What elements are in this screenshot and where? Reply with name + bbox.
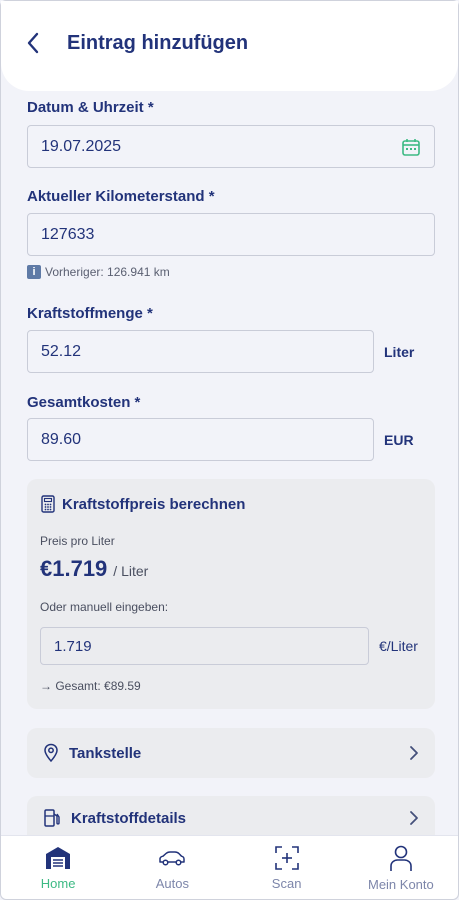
price-calculator-card: Kraftstoffpreis berechnen Preis pro Lite…	[27, 479, 435, 709]
home-garage-icon	[46, 846, 71, 869]
fuel-details-label: Kraftstoffdetails	[71, 809, 187, 827]
odometer-label: Aktueller Kilometerstand *	[27, 188, 215, 205]
nav-scan-label: Scan	[271, 875, 302, 891]
nav-scan[interactable]: Scan	[237, 845, 337, 891]
date-field[interactable]: 19.07.2025	[27, 125, 435, 168]
calculator-title: Kraftstoffpreis berechnen	[62, 495, 246, 513]
cost-label: Gesamtkosten *	[27, 394, 141, 411]
computed-total: → Gesamt: €89.59	[40, 679, 141, 693]
fuel-field[interactable]: 52.12	[27, 330, 374, 373]
page-title: Eintrag hinzufügen	[67, 31, 249, 54]
date-value: 19.07.2025	[41, 137, 122, 155]
back-button[interactable]	[21, 31, 45, 55]
cost-value: 89.60	[41, 430, 82, 448]
calculator-title-row: Kraftstoffpreis berechnen	[40, 495, 422, 513]
user-icon	[390, 845, 412, 871]
fuel-unit: Liter	[384, 343, 415, 360]
fuel-value: 52.12	[41, 342, 82, 360]
odometer-field[interactable]: 127633	[27, 213, 435, 256]
cost-row: 89.60 EUR	[27, 418, 435, 461]
chevron-left-icon	[27, 32, 39, 54]
fuel-row: 52.12 Liter	[27, 330, 435, 373]
nav-home-label: Home	[40, 875, 76, 891]
chevron-right-icon	[410, 746, 418, 760]
location-pin-icon	[44, 743, 58, 763]
date-label: Datum & Uhrzeit *	[27, 99, 154, 116]
car-icon	[159, 850, 186, 866]
odometer-value: 127633	[41, 225, 95, 243]
fuel-label: Kraftstoffmenge *	[27, 305, 153, 322]
manual-price-unit: €/Liter	[379, 638, 418, 654]
nav-account-label: Mein Konto	[367, 876, 434, 892]
calendar-icon[interactable]	[401, 137, 421, 157]
nav-account[interactable]: Mein Konto	[351, 844, 451, 892]
price-unit: / Liter	[113, 563, 149, 579]
manual-price-field[interactable]: 1.719	[40, 627, 369, 665]
manual-price-row: 1.719 €/Liter	[40, 627, 422, 665]
chevron-right-icon	[410, 811, 418, 825]
station-label: Tankstelle	[69, 744, 142, 762]
calculator-icon	[41, 495, 55, 513]
price-display: €1.719 / Liter	[40, 556, 422, 582]
manual-entry-label: Oder manuell eingeben:	[40, 600, 169, 614]
nav-cars[interactable]: Autos	[122, 845, 222, 891]
station-section[interactable]: Tankstelle	[27, 728, 435, 778]
bottom-navigation: Home Autos Scan Mein Konto	[1, 835, 458, 899]
nav-cars-label: Autos	[155, 875, 189, 891]
odometer-hint-text: Vorheriger: 126.941 km	[45, 265, 170, 279]
cost-field[interactable]: 89.60	[27, 418, 374, 461]
cost-unit: EUR	[384, 431, 414, 448]
scan-icon	[274, 845, 299, 870]
price-value: €1.719	[40, 556, 108, 581]
price-per-liter-label: Preis pro Liter	[40, 534, 115, 548]
manual-price-value: 1.719	[54, 637, 92, 655]
fuel-pump-icon	[44, 809, 60, 827]
nav-home[interactable]: Home	[8, 845, 108, 891]
info-icon: i	[27, 265, 41, 279]
fuel-details-section[interactable]: Kraftstoffdetails	[27, 796, 435, 840]
app-header: Eintrag hinzufügen	[1, 1, 458, 91]
odometer-hint: i Vorheriger: 126.941 km	[27, 265, 170, 279]
